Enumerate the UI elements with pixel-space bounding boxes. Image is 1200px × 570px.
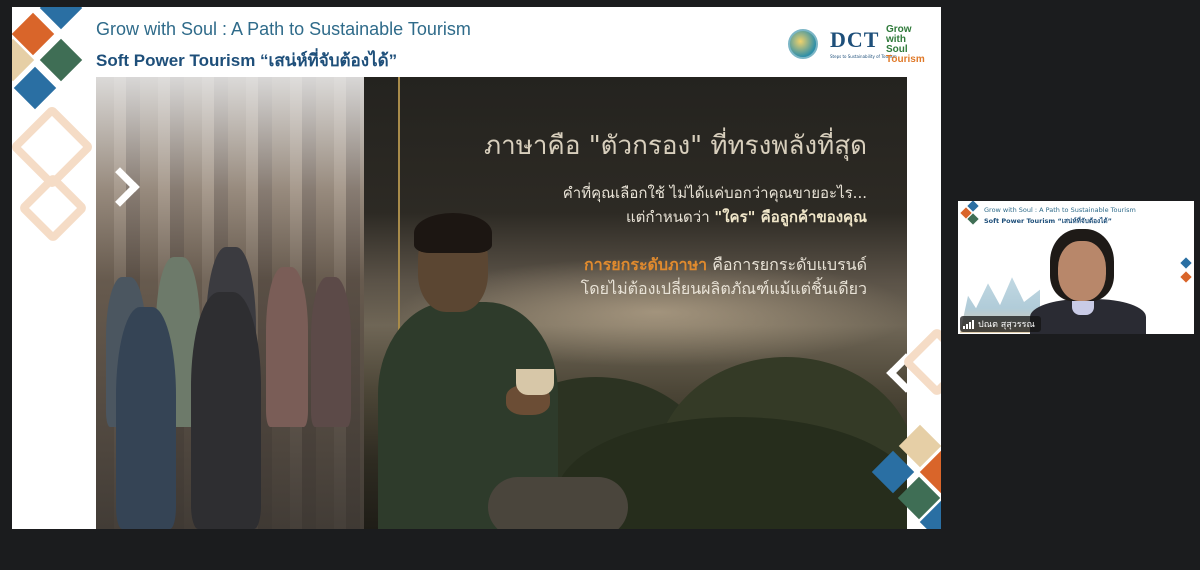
line2-prefix: แต่กำหนดว่า xyxy=(625,208,715,226)
gws-line3: Tourism xyxy=(886,54,925,65)
crowd-figure xyxy=(266,267,308,427)
decor-diamond-orange xyxy=(1180,271,1192,283)
decor-ornament-left-2 xyxy=(17,172,89,244)
man-leg xyxy=(488,477,628,529)
partner-logos: DCT Steps to Sustainability of Tourism G… xyxy=(784,25,925,69)
participant-video-tile[interactable]: Grow with Soul : A Path to Sustainable T… xyxy=(958,201,1194,334)
slide-line-2: แต่กำหนดว่า "ใคร" คือลูกค้าของคุณ xyxy=(626,205,867,229)
line2-bold: คือลูกค้าของคุณ xyxy=(755,208,867,226)
decor-diamond-green xyxy=(39,38,83,82)
crowd-figure xyxy=(311,277,351,427)
heading-prefix: ภาษาคือ xyxy=(483,131,589,161)
slide-line-3: การยกระดับภาษา คือการยกระดับแบรนด์ xyxy=(584,253,867,278)
coffee-cup-icon xyxy=(516,369,554,395)
line2-quote: "ใคร" xyxy=(714,208,756,226)
heading-quote: "ตัวกรอง" xyxy=(588,131,703,161)
heading-suffix: ที่ทรงพลังที่สุด xyxy=(702,131,867,161)
decor-diamond-blue xyxy=(1180,257,1192,269)
crowd-figure xyxy=(191,292,261,529)
speaker-video xyxy=(1030,227,1180,334)
participant-name-tag: ปณต สุสุวรรณ xyxy=(960,316,1041,332)
meeting-stage: Grow with Soul : A Path to Sustainable T… xyxy=(0,0,1200,570)
man-with-coffee-figure xyxy=(368,213,628,529)
crowd-figure xyxy=(116,307,176,529)
video-slide-subtitle: Soft Power Tourism “เสน่ห์ที่จับต้องได้” xyxy=(984,217,1112,225)
slide-title: Grow with Soul : A Path to Sustainable T… xyxy=(96,19,471,39)
video-slide-title: Grow with Soul : A Path to Sustainable T… xyxy=(984,206,1136,214)
line3-rest: คือการยกระดับแบรนด์ xyxy=(707,255,867,274)
crowd-market-photo xyxy=(96,77,364,529)
speaker-collar xyxy=(1072,301,1094,315)
slide-subtitle: Soft Power Tourism “เสน่ห์ที่จับต้องได้” xyxy=(96,51,398,70)
slide-line-4: โดยไม่ต้องเปลี่ยนผลิตภัณฑ์แม้แต่ชิ้นเดีย… xyxy=(580,279,867,298)
dct-logo: DCT xyxy=(830,27,880,52)
man-hair xyxy=(414,213,492,253)
slide-heading: ภาษาคือ "ตัวกรอง" ที่ทรงพลังที่สุด xyxy=(484,125,867,166)
shared-presentation-slide: Grow with Soul : A Path to Sustainable T… xyxy=(12,7,941,529)
speaker-face xyxy=(1058,241,1106,301)
participant-name: ปณต สุสุวรรณ xyxy=(978,320,1035,330)
slide-line-1: คำที่คุณเลือกใช้ ไม่ได้แค่บอกว่าคุณขายอะ… xyxy=(562,184,867,202)
tourism-emblem-icon xyxy=(788,29,818,59)
gws-line2: with Soul xyxy=(886,34,908,55)
signal-bars-icon xyxy=(963,319,974,329)
line3-bold: การยกระดับภาษา xyxy=(584,255,708,274)
grow-with-soul-logo: Grow with Soul Tourism xyxy=(886,25,925,65)
slide-photo: ภาษาคือ "ตัวกรอง" ที่ทรงพลังที่สุด คำที่… xyxy=(96,77,907,529)
